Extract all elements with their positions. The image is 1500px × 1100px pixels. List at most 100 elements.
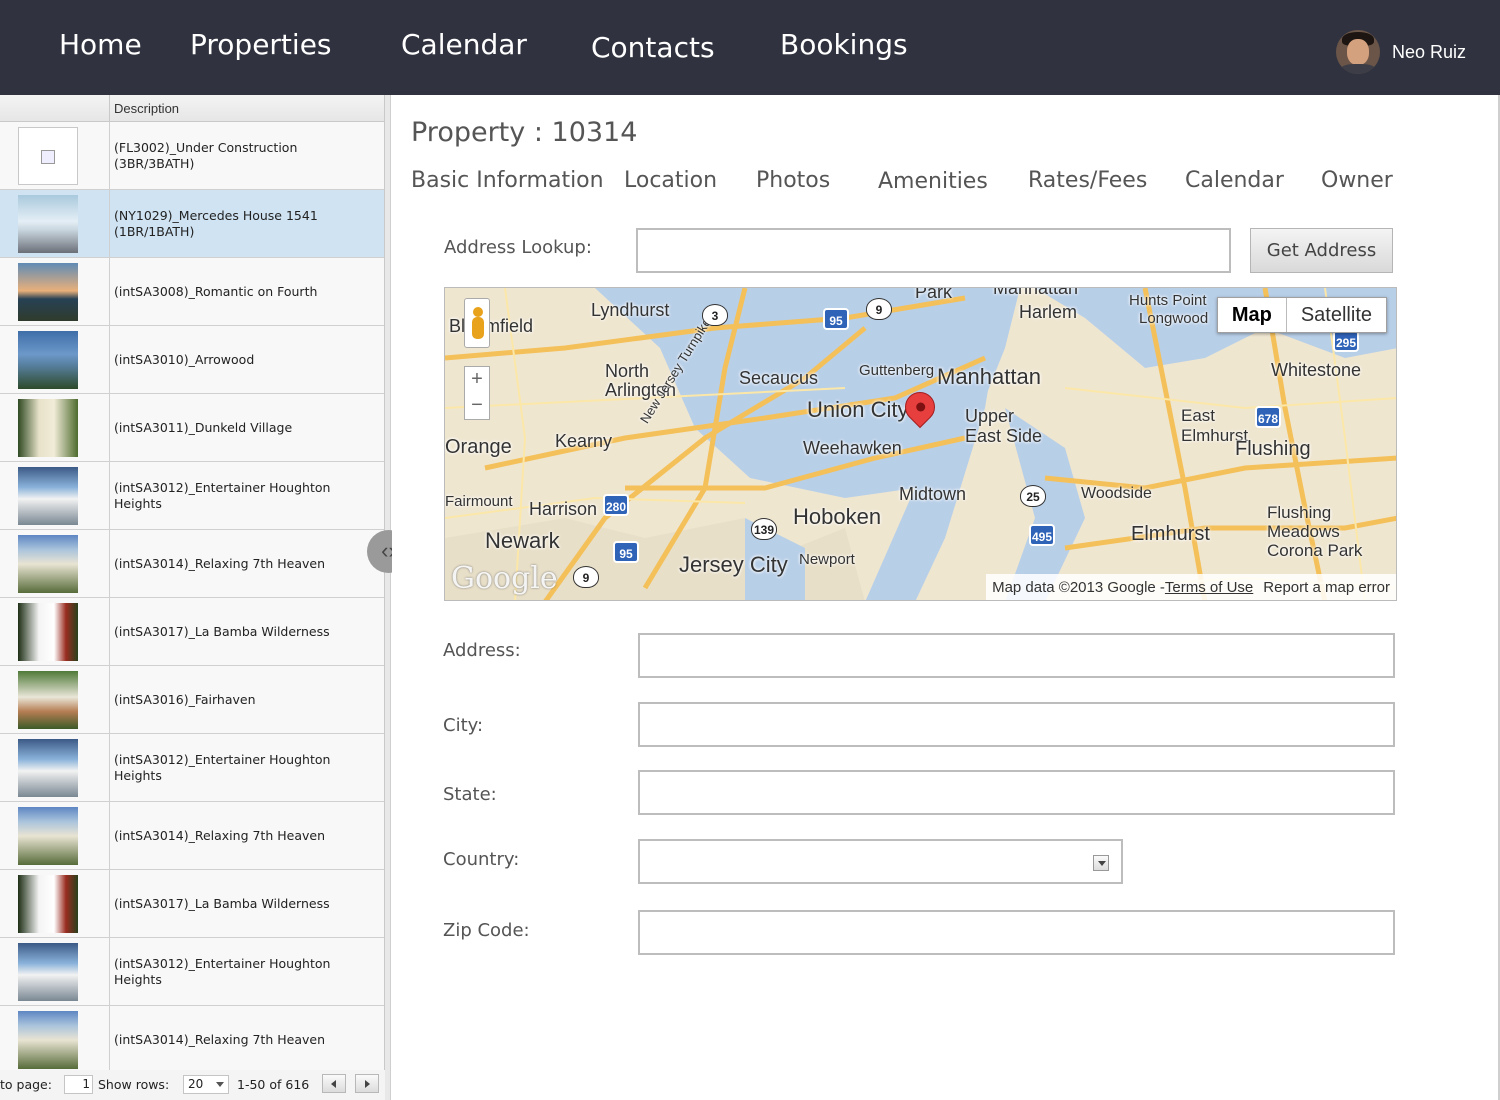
map-label-hoboken: Hoboken: [793, 504, 882, 529]
map-label-elmhurst: Elmhurst: [1131, 523, 1210, 545]
state-field[interactable]: [638, 770, 1395, 815]
list-item[interactable]: (FL3002)_Under Construction (3BR/3BATH): [0, 122, 384, 190]
property-thumbnail: [18, 807, 78, 865]
thumbnail-cell: [0, 598, 110, 665]
route-shield: 9: [573, 566, 599, 588]
map-data-text: Map data ©2013 Google -: [992, 578, 1165, 596]
address-lookup-input[interactable]: [636, 228, 1231, 273]
route-shield: 95: [823, 308, 849, 330]
property-description: (intSA3010)_Arrowood: [114, 351, 255, 367]
prev-page-button[interactable]: [322, 1074, 346, 1093]
zoom-out-icon[interactable]: −: [465, 393, 489, 419]
tab-rates-fees[interactable]: Rates/Fees: [1028, 168, 1147, 193]
nav-calendar[interactable]: Calendar: [401, 28, 527, 61]
panel-splitter[interactable]: [385, 95, 391, 1100]
property-thumbnail: [18, 1011, 78, 1069]
zip-code-field[interactable]: [638, 910, 1395, 955]
property-thumbnail: [18, 195, 78, 253]
city-label: City:: [443, 715, 484, 736]
map-label-upper-east-side: Upper East Side: [965, 406, 1043, 446]
list-item[interactable]: (NY1029)_Mercedes House 1541 (1BR/1BATH): [0, 190, 384, 258]
list-item[interactable]: (intSA3014)_Relaxing 7th Heaven: [0, 530, 384, 598]
avatar[interactable]: [1335, 30, 1380, 74]
list-item[interactable]: (intSA3012)_Entertainer Houghton Heights: [0, 938, 384, 1006]
nav-contacts[interactable]: Contacts: [591, 31, 715, 64]
map-type-satellite-button[interactable]: Satellite: [1287, 298, 1386, 332]
property-thumbnail: [18, 875, 78, 933]
property-thumbnail: [18, 263, 78, 321]
route-shield: 295: [1333, 330, 1359, 352]
description-column-header[interactable]: Description: [114, 101, 179, 116]
tab-owner[interactable]: Owner: [1321, 168, 1393, 193]
list-item[interactable]: (intSA3012)_Entertainer Houghton Heights: [0, 462, 384, 530]
tab-location[interactable]: Location: [624, 168, 717, 193]
map-attribution: Map data ©2013 Google - Terms of Use Rep…: [986, 574, 1396, 600]
tab-calendar[interactable]: Calendar: [1185, 168, 1284, 193]
property-thumbnail: [18, 467, 78, 525]
address-field[interactable]: [638, 633, 1395, 678]
thumbnail-cell: [0, 190, 110, 257]
list-item[interactable]: (intSA3014)_Relaxing 7th Heaven: [0, 1006, 384, 1074]
route-shield: 280: [603, 494, 629, 516]
property-description: (intSA3012)_Entertainer Houghton Heights: [114, 479, 331, 511]
city-field[interactable]: [638, 702, 1395, 747]
nav-properties[interactable]: Properties: [190, 28, 332, 61]
list-item[interactable]: (intSA3010)_Arrowood: [0, 326, 384, 394]
thumbnail-cell: [0, 666, 110, 733]
rows-per-page-value: 20: [188, 1077, 204, 1091]
tab-photos[interactable]: Photos: [756, 168, 830, 193]
top-navigation-bar: Home Properties Calendar Contacts Bookin…: [0, 0, 1500, 95]
map-label-flushing-meadows: Flushing Meadows Corona Park: [1267, 503, 1363, 560]
property-thumbnail: [18, 671, 78, 729]
map-label-guttenberg: Guttenberg: [859, 362, 935, 379]
thumbnail-column-header[interactable]: [0, 95, 110, 122]
list-item[interactable]: (intSA3017)_La Bamba Wilderness: [0, 598, 384, 666]
route-shield: 678: [1255, 406, 1281, 428]
user-menu[interactable]: Neo Ruiz: [1335, 30, 1466, 74]
zoom-in-icon[interactable]: +: [465, 367, 489, 393]
nav-bookings[interactable]: Bookings: [780, 28, 908, 61]
map-type-map-button[interactable]: Map: [1218, 298, 1287, 332]
list-item[interactable]: (intSA3012)_Entertainer Houghton Heights: [0, 734, 384, 802]
country-select[interactable]: [638, 839, 1123, 884]
thumbnail-cell: [0, 122, 110, 189]
get-address-button[interactable]: Get Address: [1250, 228, 1393, 273]
list-item[interactable]: (intSA3016)_Fairhaven: [0, 666, 384, 734]
list-item[interactable]: (intSA3008)_Romantic on Fourth: [0, 258, 384, 326]
street-view-pegman-icon[interactable]: [464, 298, 490, 348]
route-shield: 495: [1029, 524, 1055, 546]
map-label-whitestone: Whitestone: [1271, 360, 1362, 380]
nav-home[interactable]: Home: [59, 28, 142, 61]
map-label-harrison: Harrison: [529, 499, 598, 519]
list-item[interactable]: (intSA3011)_Dunkeld Village: [0, 394, 384, 462]
thumbnail-cell: [0, 938, 110, 1005]
list-item[interactable]: (intSA3017)_La Bamba Wilderness: [0, 870, 384, 938]
map-label-manhattan-top: Manhattan: [993, 287, 1079, 298]
next-page-button[interactable]: [355, 1074, 379, 1093]
property-thumbnail: [18, 739, 78, 797]
list-item[interactable]: (intSA3014)_Relaxing 7th Heaven: [0, 802, 384, 870]
map-label-newark: Newark: [485, 528, 560, 553]
map-label-longwood: Longwood: [1139, 310, 1209, 327]
chevron-down-icon[interactable]: [1093, 855, 1109, 871]
terms-of-use-link[interactable]: Terms of Use: [1165, 579, 1253, 596]
map-label-secaucus: Secaucus: [739, 368, 819, 388]
rows-per-page-select[interactable]: 20: [183, 1075, 229, 1094]
address-label: Address:: [443, 640, 521, 661]
user-name[interactable]: Neo Ruiz: [1392, 42, 1466, 63]
property-list-panel: Description (FL3002)_Under Construction …: [0, 95, 385, 1100]
property-thumbnail: [18, 399, 78, 457]
map-label-manhattan: Manhattan: [937, 364, 1041, 389]
tab-amenities[interactable]: Amenities: [878, 169, 988, 194]
state-label: State:: [443, 784, 497, 805]
location-map[interactable]: Park Manhattan Harlem Hunts Point Longwo…: [444, 287, 1397, 601]
report-map-error-link[interactable]: Report a map error: [1263, 579, 1390, 596]
goto-page-label: to page:: [0, 1077, 52, 1092]
property-thumbnail: [18, 535, 78, 593]
page-number-input[interactable]: 1: [64, 1075, 93, 1094]
tab-basic-information[interactable]: Basic Information: [411, 168, 604, 193]
thumbnail-cell: [0, 326, 110, 393]
property-description: (intSA3017)_La Bamba Wilderness: [114, 623, 330, 639]
thumbnail-cell: [0, 870, 110, 937]
property-description: (intSA3011)_Dunkeld Village: [114, 419, 293, 435]
